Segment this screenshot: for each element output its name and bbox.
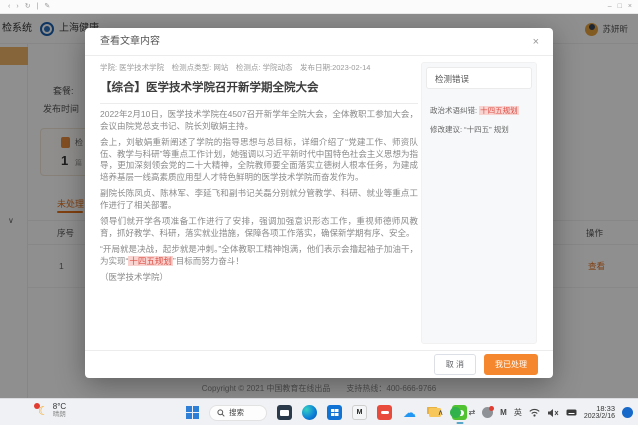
dialog-header: 查看文章内容 × — [85, 28, 553, 56]
article-paragraph: 2022年2月10日，医学技术学院在4507召开新学年全院大会，全体教职工参加大… — [100, 109, 418, 132]
dialog-footer: 取 消 我已处理 — [85, 350, 553, 378]
close-icon[interactable]: × — [533, 28, 539, 56]
weather-widget[interactable]: ☾ 8°C 晴朗 — [38, 402, 66, 419]
article-paragraph: 副院长陈凤贞、陈林军、李延飞和副书记关磊分别就分管教学、科研、就业等重点工作进行… — [100, 188, 418, 211]
article-paragraph: 会上，刘敏娟重新阐述了学院的指导思想与总目标，详细介绍了“党建工作、师资队伍、教… — [100, 137, 418, 183]
browser-toolbar: ‹ › ↻ | ✎ – □ × — [0, 0, 638, 14]
refresh-icon[interactable]: ↻ — [25, 1, 31, 13]
pen-input-icon[interactable] — [566, 408, 577, 417]
tray-date: 2023/2/16 — [584, 413, 615, 421]
system-tray: ∧ ⇄ M 英 18:33 2023/2/16 — [438, 399, 633, 425]
article-paragraph: 领导们就开学各项准备工作进行了安排，强调加强意识形态工作，重视师德师风教育，抓好… — [100, 216, 418, 239]
forward-icon[interactable]: › — [16, 1, 18, 13]
tray-red-badge — [489, 406, 494, 411]
flagged-term: 十四五规划 — [128, 256, 173, 266]
start-button[interactable] — [186, 406, 199, 419]
detection-error-panel: 检测错误 政治术语纠错: 十四五规划 修改建议: “十四五” 规划 — [421, 62, 537, 344]
close-window-icon[interactable]: × — [628, 1, 632, 13]
back-icon[interactable]: ‹ — [8, 1, 10, 13]
taskbar: ☾ 8°C 晴朗 搜索 M ☁ ∧ ⇄ M — [0, 398, 638, 425]
notification-badge[interactable] — [622, 407, 633, 418]
taskbar-center: 搜索 M ☁ — [186, 399, 467, 425]
browser-nav-group: ‹ › ↻ | ✎ — [8, 1, 50, 13]
window-controls: – □ × — [608, 1, 632, 13]
search-label: 搜索 — [229, 407, 244, 418]
wifi-icon[interactable] — [529, 408, 540, 417]
volume-muted-icon[interactable] — [547, 408, 559, 418]
error-panel-title: 检测错误 — [426, 67, 532, 89]
error-suggestion: 修改建议: “十四五” 规划 — [430, 120, 528, 139]
paragraph-text: ”目标而努力奋斗！ — [173, 256, 244, 266]
article-signature: （医学技术学院） — [100, 272, 418, 284]
error-term: 十四五规划 — [479, 106, 519, 115]
toolbar-divider: | — [37, 1, 39, 13]
tray-time: 18:33 — [584, 404, 615, 413]
handled-button[interactable]: 我已处理 — [484, 354, 538, 375]
error-type-label: 政治术语纠错: — [430, 106, 479, 115]
cancel-button[interactable]: 取 消 — [434, 354, 476, 375]
search-icon — [217, 409, 225, 417]
error-panel-body: 政治术语纠错: 十四五规划 修改建议: “十四五” 规划 — [422, 93, 536, 139]
clear-night-icon: ☾ — [38, 405, 49, 417]
article-title: 【综合】医学技术学院召开新学期全院大会 — [100, 79, 418, 104]
weather-alert-badge — [34, 403, 40, 409]
clock[interactable]: 18:33 2023/2/16 — [584, 404, 615, 421]
maximize-icon[interactable]: □ — [618, 1, 622, 13]
article-meta: 学院: 医学技术学院 检测点类型: 网站 检测点: 学院动态 发布日期:2023… — [100, 62, 418, 73]
red-app-icon[interactable] — [377, 405, 392, 420]
weather-temp: 8°C — [53, 402, 66, 411]
media-app-icon[interactable]: M — [352, 405, 367, 420]
cloud-drive-icon[interactable]: ☁ — [402, 405, 417, 420]
tray-expand-icon[interactable]: ∧ — [438, 408, 444, 417]
edge-browser-icon[interactable] — [302, 405, 317, 420]
tray-media-icon[interactable]: M — [500, 408, 507, 417]
weather-desc: 晴朗 — [53, 411, 66, 419]
file-explorer-icon[interactable] — [277, 405, 292, 420]
view-article-dialog: 查看文章内容 × 学院: 医学技术学院 检测点类型: 网站 检测点: 学院动态 … — [85, 28, 553, 378]
article-paragraph: “开局就是决战，起步就是冲刺。”全体教职工精神饱满，他们表示会撸起袖子加油干，为… — [100, 244, 418, 267]
annotate-icon[interactable]: ✎ — [44, 1, 50, 13]
taskbar-search[interactable]: 搜索 — [209, 405, 267, 421]
article-content: 学院: 医学技术学院 检测点类型: 网站 检测点: 学院动态 发布日期:2023… — [100, 62, 418, 284]
tray-green-app-icon[interactable] — [450, 407, 461, 418]
minimize-icon[interactable]: – — [608, 1, 612, 13]
input-language-indicator[interactable]: 英 — [514, 407, 522, 418]
dialog-title: 查看文章内容 — [100, 28, 160, 56]
tray-sync-icon[interactable]: ⇄ — [468, 408, 475, 417]
ms-store-icon[interactable] — [327, 405, 342, 420]
tray-notify-app-icon[interactable] — [482, 407, 493, 418]
